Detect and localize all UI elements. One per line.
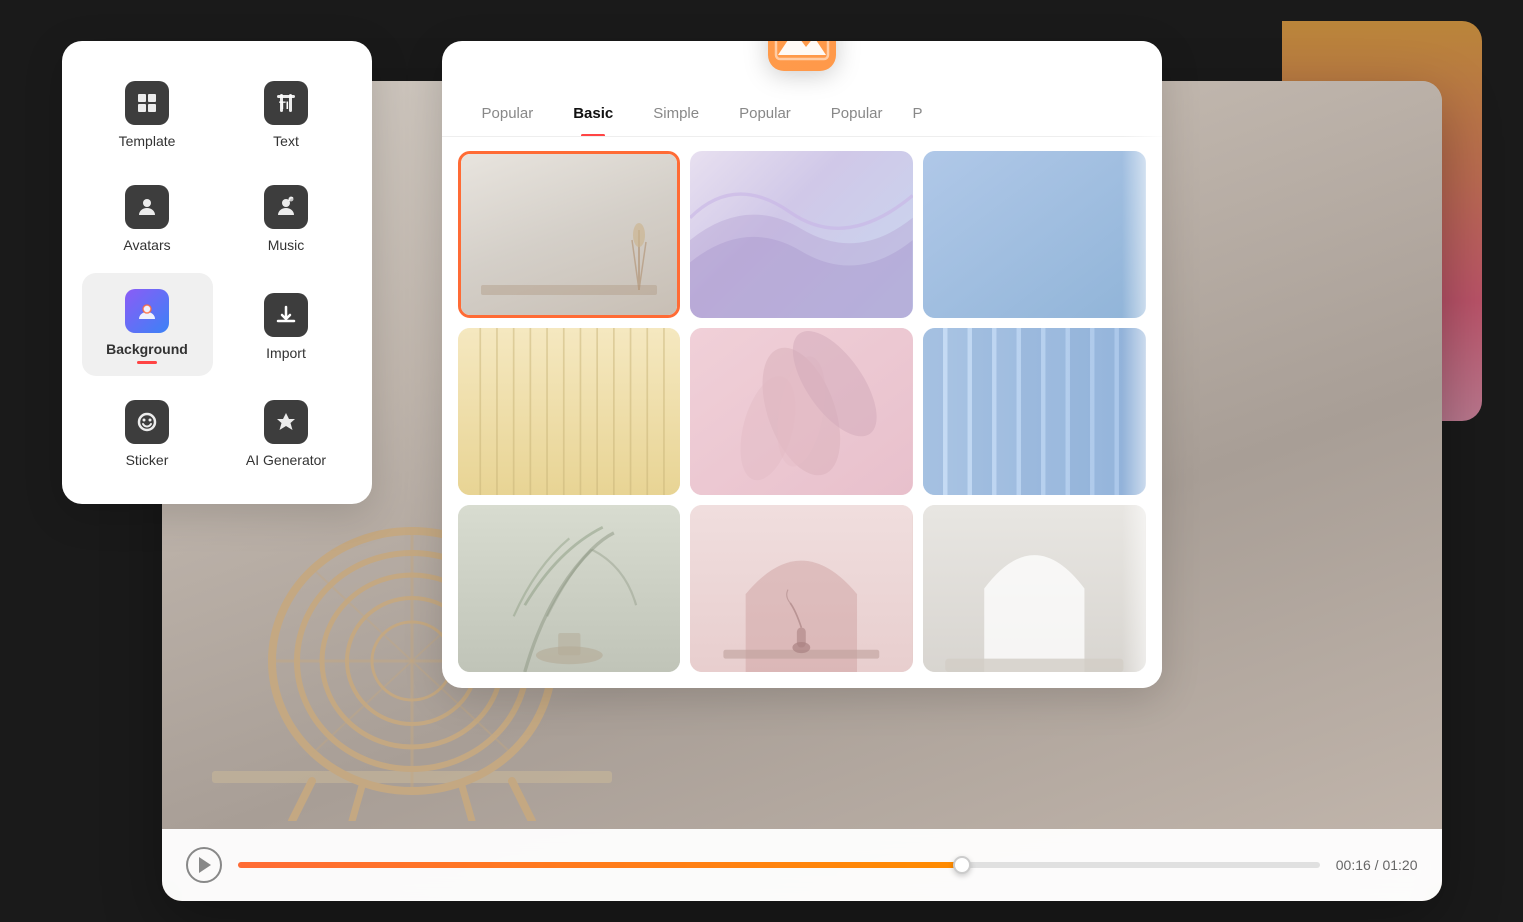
background-thumb-7[interactable]	[458, 505, 681, 672]
ai-generator-icon	[264, 400, 308, 444]
video-controls-bar: 00:16 / 01:20	[162, 829, 1442, 901]
sidebar-item-import[interactable]: Import	[221, 273, 352, 376]
time-display: 00:16 / 01:20	[1336, 857, 1418, 873]
sidebar-grid: Template TI Text	[82, 65, 352, 480]
backgrounds-grid	[442, 137, 1162, 688]
ai-generator-label: AI Generator	[246, 452, 326, 468]
sticker-icon	[125, 400, 169, 444]
import-label: Import	[266, 345, 306, 361]
sidebar-item-sticker[interactable]: Sticker	[82, 384, 213, 480]
background-thumb-2[interactable]	[690, 151, 913, 318]
text-icon: TI	[264, 81, 308, 125]
background-icon	[125, 289, 169, 333]
background-thumb-5[interactable]	[690, 328, 913, 495]
tab-basic[interactable]: Basic	[553, 91, 633, 136]
music-label: Music	[268, 237, 305, 253]
app-logo	[768, 41, 836, 71]
sidebar-panel: Template TI Text	[62, 41, 372, 504]
play-icon	[199, 857, 211, 873]
sidebar-item-music[interactable]: Music	[221, 169, 352, 265]
sidebar-item-background[interactable]: Background	[82, 273, 213, 376]
sticker-label: Sticker	[126, 452, 169, 468]
import-icon	[264, 293, 308, 337]
background-label: Background	[106, 341, 188, 357]
progress-thumb	[953, 856, 971, 874]
background-thumb-8[interactable]	[690, 505, 913, 672]
sidebar-item-template[interactable]: Template	[82, 65, 213, 161]
active-indicator	[137, 361, 157, 364]
sidebar-item-ai-generator[interactable]: AI Generator	[221, 384, 352, 480]
avatars-icon	[125, 185, 169, 229]
text-label: Text	[273, 133, 299, 149]
background-thumb-6[interactable]	[923, 328, 1146, 495]
tabs-row: Popular Basic Simple Popular Popular P	[442, 91, 1162, 137]
progress-bar[interactable]	[238, 862, 1320, 868]
background-thumb-1[interactable]	[458, 151, 681, 318]
sidebar-item-text[interactable]: TI Text	[221, 65, 352, 161]
background-thumb-4[interactable]	[458, 328, 681, 495]
background-panel: Popular Basic Simple Popular Popular P	[442, 41, 1162, 688]
tab-popular3[interactable]: Popular	[811, 91, 903, 136]
background-thumb-9[interactable]	[923, 505, 1146, 672]
tab-popular1[interactable]: Popular	[462, 91, 554, 136]
avatars-label: Avatars	[123, 237, 170, 253]
template-label: Template	[119, 133, 176, 149]
progress-track	[238, 862, 1320, 868]
play-button[interactable]	[186, 847, 222, 883]
template-icon	[125, 81, 169, 125]
svg-text:TI: TI	[279, 100, 289, 112]
progress-fill	[238, 862, 963, 868]
music-icon	[264, 185, 308, 229]
tab-popular2[interactable]: Popular	[719, 91, 811, 136]
tab-simple[interactable]: Simple	[633, 91, 719, 136]
background-thumb-3[interactable]	[923, 151, 1146, 318]
sidebar-item-avatars[interactable]: Avatars	[82, 169, 213, 265]
